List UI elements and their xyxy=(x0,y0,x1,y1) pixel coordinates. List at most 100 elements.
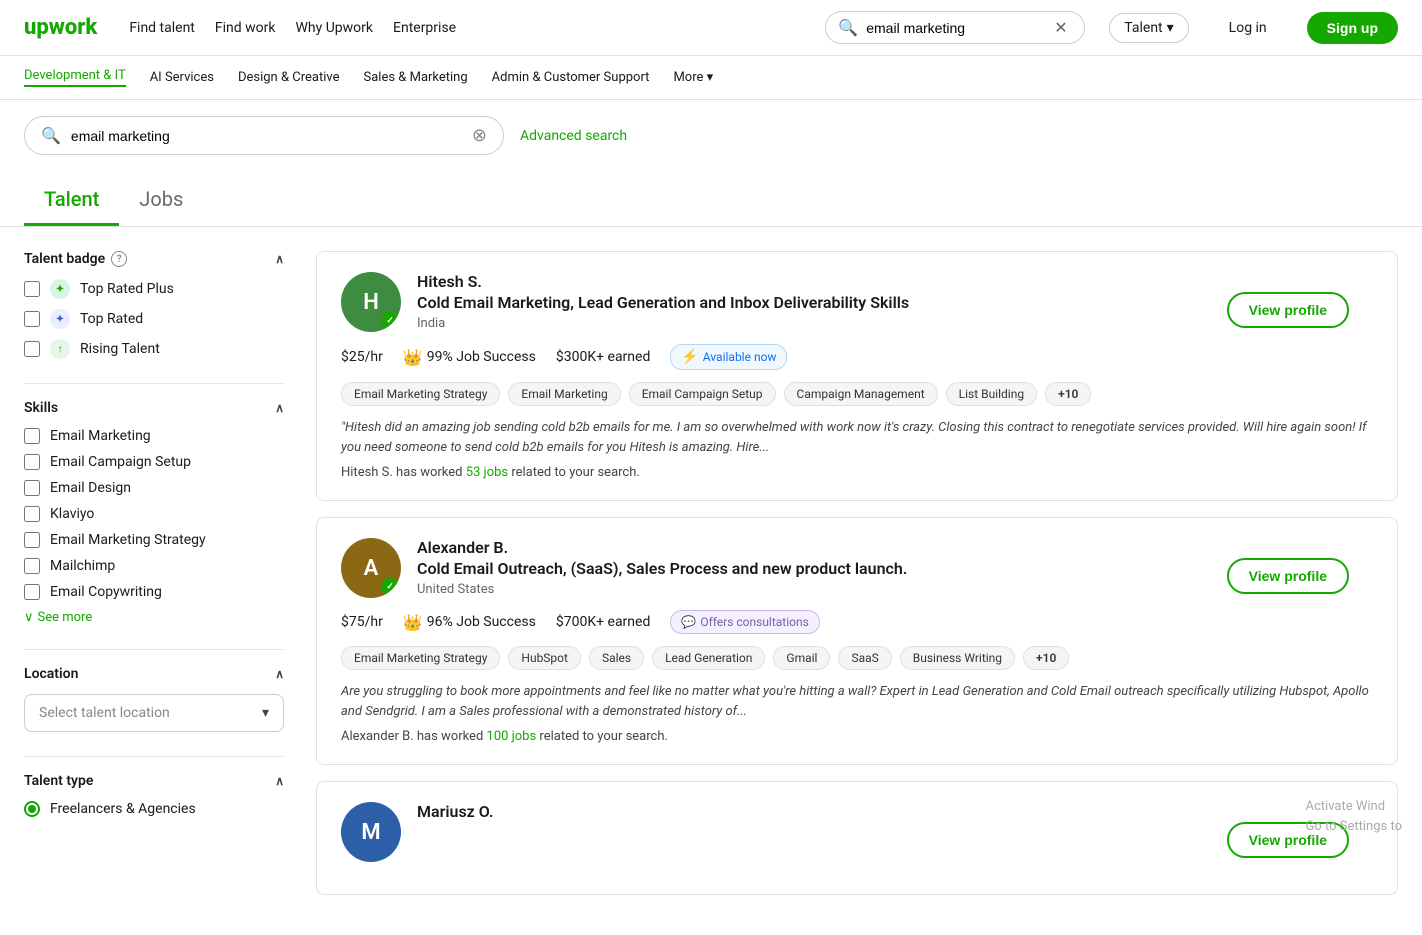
main-search-bar[interactable]: 🔍 ⊗ xyxy=(24,116,504,155)
tag-1-0[interactable]: Email Marketing Strategy xyxy=(341,646,500,670)
talent-dropdown-arrow: ▾ xyxy=(1167,20,1174,36)
talent-filter-dropdown[interactable]: Talent ▾ xyxy=(1109,13,1188,43)
tag-0-2[interactable]: Email Campaign Setup xyxy=(629,382,776,406)
skill-email-design-checkbox[interactable] xyxy=(24,480,40,496)
tag-1-2[interactable]: Sales xyxy=(589,646,644,670)
talent-type-freelancers[interactable]: Freelancers & Agencies xyxy=(24,801,284,817)
card-jobs-worked-1: Alexander B. has worked 100 jobs related… xyxy=(341,729,1373,744)
find-work-link[interactable]: Find work xyxy=(215,20,276,36)
avatar-badge-0: ✓ xyxy=(381,312,399,330)
jobs-count-link-0[interactable]: 53 jobs xyxy=(466,465,508,480)
rising-talent-badge-icon: ↑ xyxy=(50,339,70,359)
skill-email-marketing-strategy-checkbox[interactable] xyxy=(24,532,40,548)
tag-0-0[interactable]: Email Marketing Strategy xyxy=(341,382,500,406)
advanced-search-link[interactable]: Advanced search xyxy=(520,128,627,144)
card-earned-1: $700K+ earned xyxy=(556,614,651,630)
skill-klaviyo-checkbox[interactable] xyxy=(24,506,40,522)
top-search-bar[interactable]: 🔍 ✕ xyxy=(825,11,1085,44)
card-stats-1: $75/hr 👑 96% Job Success $700K+ earned 💬… xyxy=(341,610,1373,634)
skill-mailchimp-checkbox[interactable] xyxy=(24,558,40,574)
cat-more[interactable]: More ▾ xyxy=(673,70,713,85)
result-card-1: View profile A ✓ Alexander B. Cold Email… xyxy=(316,517,1398,765)
card-tags-0: Email Marketing Strategy Email Marketing… xyxy=(341,382,1373,406)
filter-rising-talent[interactable]: ↑ Rising Talent xyxy=(24,339,284,359)
tab-talent[interactable]: Talent xyxy=(24,179,119,226)
skill-mailchimp[interactable]: Mailchimp xyxy=(24,558,284,574)
talent-dropdown-label: Talent xyxy=(1124,20,1162,36)
tag-1-count[interactable]: +10 xyxy=(1023,646,1069,670)
tag-0-3[interactable]: Campaign Management xyxy=(784,382,938,406)
tag-1-6[interactable]: Business Writing xyxy=(900,646,1015,670)
clear-search-icon[interactable]: ✕ xyxy=(1054,18,1067,37)
skill-klaviyo[interactable]: Klaviyo xyxy=(24,506,284,522)
card-top-rated-0: 👑 99% Job Success xyxy=(403,348,536,367)
skill-email-campaign-setup[interactable]: Email Campaign Setup xyxy=(24,454,284,470)
enterprise-link[interactable]: Enterprise xyxy=(393,20,456,36)
skills-title[interactable]: Skills ∧ xyxy=(24,400,284,416)
talent-type-label: Talent type xyxy=(24,773,93,789)
rising-talent-checkbox[interactable] xyxy=(24,341,40,357)
avatar-0: H ✓ xyxy=(341,272,401,332)
tag-1-4[interactable]: Gmail xyxy=(773,646,830,670)
card-consult-badge-1: 💬 Offers consultations xyxy=(670,610,819,634)
skill-email-design[interactable]: Email Design xyxy=(24,480,284,496)
skill-email-campaign-setup-label: Email Campaign Setup xyxy=(50,454,191,470)
cat-admin-support[interactable]: Admin & Customer Support xyxy=(492,70,650,85)
card-available-badge-0: ⚡ Available now xyxy=(670,344,787,370)
consult-icon-1: 💬 xyxy=(681,615,696,629)
card-top-0: H ✓ Hitesh S. Cold Email Marketing, Lead… xyxy=(341,272,1373,332)
windows-watermark-line2: Go to Settings to xyxy=(1306,817,1403,837)
view-profile-button-1[interactable]: View profile xyxy=(1227,558,1349,594)
top-search-input[interactable] xyxy=(866,20,1046,36)
tag-0-1[interactable]: Email Marketing xyxy=(508,382,620,406)
cat-sales-marketing[interactable]: Sales & Marketing xyxy=(364,70,468,85)
jobs-worked-text-1: Alexander B. has worked xyxy=(341,729,487,744)
tag-0-count[interactable]: +10 xyxy=(1045,382,1091,406)
skill-email-marketing-strategy[interactable]: Email Marketing Strategy xyxy=(24,532,284,548)
talent-type-title[interactable]: Talent type ∧ xyxy=(24,773,284,789)
location-select-dropdown[interactable]: Select talent location ▾ xyxy=(24,694,284,732)
tag-0-4[interactable]: List Building xyxy=(946,382,1037,406)
tab-jobs[interactable]: Jobs xyxy=(119,179,203,226)
tag-1-5[interactable]: SaaS xyxy=(838,646,891,670)
skill-email-marketing-checkbox[interactable] xyxy=(24,428,40,444)
cat-development-it[interactable]: Development & IT xyxy=(24,68,126,87)
signup-button[interactable]: Sign up xyxy=(1307,12,1398,44)
filter-top-rated[interactable]: ✦ Top Rated xyxy=(24,309,284,329)
cat-ai-services[interactable]: AI Services xyxy=(150,70,214,85)
upwork-logo[interactable]: upwork xyxy=(24,15,97,40)
jobs-count-link-1[interactable]: 100 jobs xyxy=(487,729,537,744)
card-jobs-worked-0: Hitesh S. has worked 53 jobs related to … xyxy=(341,465,1373,480)
main-search-input[interactable] xyxy=(71,128,462,144)
search-tabs: Talent Jobs xyxy=(0,163,1422,227)
top-rated-checkbox[interactable] xyxy=(24,311,40,327)
card-job-success-1: 96% Job Success xyxy=(427,614,536,630)
skill-email-design-label: Email Design xyxy=(50,480,131,496)
see-more-skills[interactable]: ∨ See more xyxy=(24,610,284,625)
top-rated-plus-label: Top Rated Plus xyxy=(80,281,174,297)
find-talent-link[interactable]: Find talent xyxy=(129,20,195,36)
freelancers-label: Freelancers & Agencies xyxy=(50,801,196,817)
top-rated-plus-checkbox[interactable] xyxy=(24,281,40,297)
freelancers-radio-icon[interactable] xyxy=(24,801,40,817)
talent-badge-filter: Talent badge ? ∧ ✦ Top Rated Plus ✦ Top … xyxy=(24,251,284,359)
skill-email-copywriting[interactable]: Email Copywriting xyxy=(24,584,284,600)
filter-top-rated-plus[interactable]: ✦ Top Rated Plus xyxy=(24,279,284,299)
skills-chevron-icon: ∧ xyxy=(275,401,284,415)
location-title[interactable]: Location ∧ xyxy=(24,666,284,682)
view-profile-button-0[interactable]: View profile xyxy=(1227,292,1349,328)
avatar-badge-check-icon: ✓ xyxy=(386,316,394,326)
main-clear-icon[interactable]: ⊗ xyxy=(472,125,487,146)
skill-email-campaign-setup-checkbox[interactable] xyxy=(24,454,40,470)
card-stats-0: $25/hr 👑 99% Job Success $300K+ earned ⚡… xyxy=(341,344,1373,370)
tag-1-3[interactable]: Lead Generation xyxy=(652,646,765,670)
skill-email-marketing[interactable]: Email Marketing xyxy=(24,428,284,444)
talent-badge-title[interactable]: Talent badge ? ∧ xyxy=(24,251,284,267)
talent-badge-help-icon[interactable]: ? xyxy=(111,251,127,267)
cat-design-creative[interactable]: Design & Creative xyxy=(238,70,340,85)
login-button[interactable]: Log in xyxy=(1213,12,1283,44)
why-upwork-link[interactable]: Why Upwork xyxy=(295,20,373,36)
tag-1-1[interactable]: HubSpot xyxy=(508,646,581,670)
skill-email-copywriting-checkbox[interactable] xyxy=(24,584,40,600)
location-label: Location xyxy=(24,666,78,682)
